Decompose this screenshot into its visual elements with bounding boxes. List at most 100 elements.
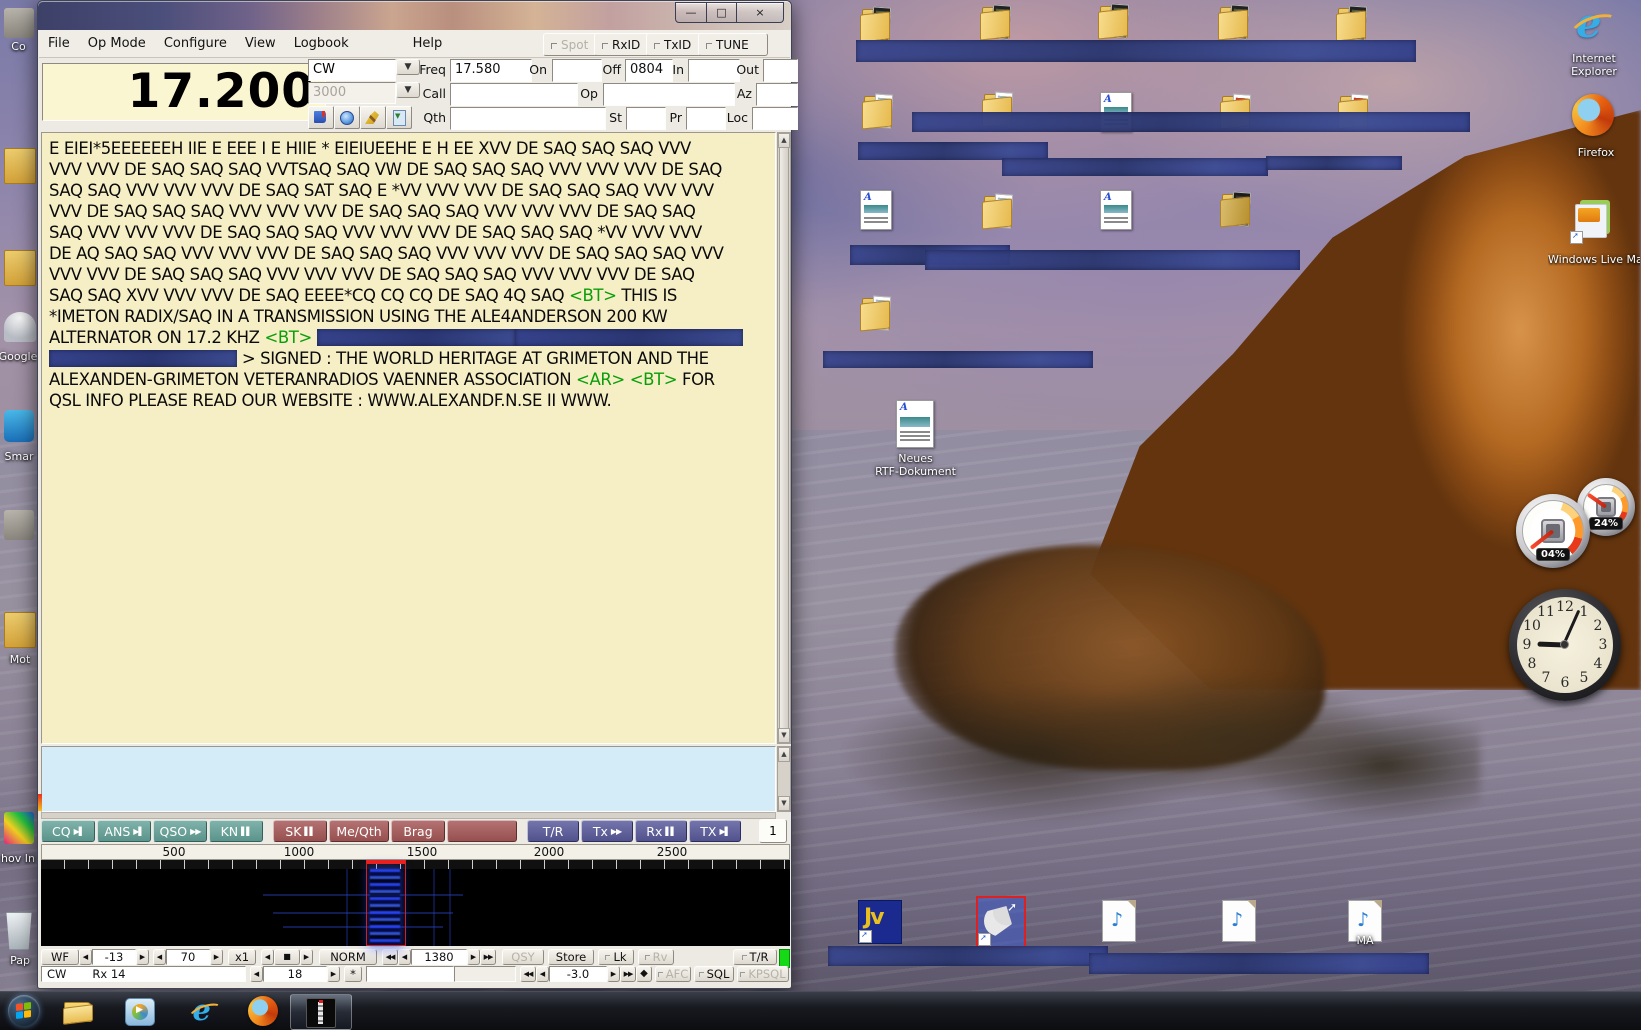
wf-speed-button[interactable]: NORM xyxy=(319,949,377,965)
desktop-folder[interactable] xyxy=(858,292,902,334)
lock-button[interactable]: Lk xyxy=(598,949,634,965)
freq-field[interactable]: 17.580 xyxy=(450,59,532,82)
menu-logbook[interactable]: Logbook xyxy=(285,32,358,55)
menu-view[interactable]: View xyxy=(236,32,285,55)
sql-button[interactable]: SQL xyxy=(694,966,734,982)
taskbar-ie-button[interactable]: e xyxy=(186,996,218,1026)
macro-txlast-button[interactable]: TX▶▌ xyxy=(689,820,741,842)
az-field[interactable] xyxy=(756,83,798,106)
freq-down-fast-icon[interactable]: ◀◀ xyxy=(382,949,398,965)
desktop-icon-audio-file[interactable] xyxy=(1222,900,1256,942)
desktop-folder[interactable] xyxy=(1218,188,1262,230)
reverse-button[interactable]: Rv xyxy=(638,949,674,965)
tx-scrollbar[interactable]: ▲ ▼ xyxy=(777,746,791,812)
macro-empty-button[interactable] xyxy=(447,820,517,842)
desktop-icon-jv[interactable]: Jv xyxy=(858,900,902,944)
squelch-up-fast-icon[interactable]: ▶▶ xyxy=(620,966,636,982)
tr-button[interactable]: T/R xyxy=(733,949,777,965)
desktop-folder[interactable] xyxy=(860,90,904,132)
rx-scrollbar[interactable]: ▲ ▼ xyxy=(777,132,791,744)
call-field[interactable] xyxy=(450,83,578,106)
desktop-folder[interactable] xyxy=(1334,2,1378,44)
desktop-folder[interactable] xyxy=(1096,0,1140,42)
default-wpm-button[interactable]: * xyxy=(344,966,362,982)
center-button[interactable]: ■ xyxy=(274,949,300,965)
scroll-down-icon[interactable]: ▼ xyxy=(778,796,790,811)
menu-file[interactable]: File xyxy=(39,32,79,55)
loc-field[interactable] xyxy=(752,107,798,130)
freq-up-icon[interactable]: ▶ xyxy=(467,949,480,965)
wf-range-field[interactable]: 70 xyxy=(166,949,210,965)
minimize-button[interactable]: — xyxy=(675,2,707,23)
desktop-icon-audio-file[interactable] xyxy=(1102,900,1136,942)
logbook-button[interactable] xyxy=(308,106,334,129)
bandwidth-select[interactable]: 3000 ▼ xyxy=(308,82,420,104)
macro-tx-button[interactable]: Tx▶▶ xyxy=(581,820,633,842)
desktop-folder[interactable] xyxy=(1216,1,1260,43)
squelch-level-field[interactable]: -3.0 xyxy=(549,966,607,982)
macro-tr-button[interactable]: T/R xyxy=(527,820,579,842)
squelch-down-fast-icon[interactable]: ◀◀ xyxy=(520,966,536,982)
clock-gadget[interactable]: 12 1 2 3 4 5 6 7 8 9 10 11 xyxy=(1509,589,1621,701)
afc-button[interactable]: AFC xyxy=(655,966,691,982)
macro-brag-button[interactable]: Brag xyxy=(391,820,445,842)
store-button[interactable]: Store xyxy=(548,949,594,965)
maximize-button[interactable]: □ xyxy=(707,2,737,23)
wf-level-field[interactable]: -13 xyxy=(92,949,136,965)
op-field[interactable] xyxy=(603,83,735,106)
macro-meqth-button[interactable]: Me/Qth xyxy=(329,820,389,842)
scroll-up-icon[interactable]: ▲ xyxy=(778,747,790,762)
taskbar-explorer-button[interactable] xyxy=(62,996,94,1026)
menu-configure[interactable]: Configure xyxy=(155,32,236,55)
lookup-button[interactable] xyxy=(334,106,360,129)
cw-wpm-field[interactable]: 18 xyxy=(263,966,327,982)
tx-horizontal-scrollbar[interactable] xyxy=(41,812,776,819)
tx-text-pane[interactable] xyxy=(41,746,776,812)
decrement-icon[interactable]: ◀ xyxy=(79,949,92,965)
kpsql-button[interactable]: KPSQL xyxy=(737,966,789,982)
decrement-icon[interactable]: ◀ xyxy=(250,966,263,982)
wf-mode-button[interactable]: WF xyxy=(41,949,79,965)
menu-help[interactable]: Help xyxy=(404,32,452,55)
macro-kn-button[interactable]: KN▌▌ xyxy=(209,820,263,842)
desktop-folder[interactable] xyxy=(858,3,902,45)
tune-indicator-icon[interactable]: ◆ xyxy=(636,966,652,982)
frequency-display[interactable]: 17.200 xyxy=(42,63,326,121)
taskbar-firefox-button[interactable] xyxy=(248,996,280,1026)
desktop-document[interactable] xyxy=(860,190,892,230)
increment-icon[interactable]: ▶ xyxy=(210,949,223,965)
rx-text-pane[interactable]: E EIEI*5EEEEEEH IIE E EEE I E HIIE * EIE… xyxy=(41,132,776,744)
squelch-up-icon[interactable]: ▶ xyxy=(607,966,620,982)
tune-button[interactable]: TUNE xyxy=(698,33,768,56)
macro-qso-button[interactable]: QSO▶▶ xyxy=(153,820,207,842)
macro-sk-button[interactable]: SK▌▌ xyxy=(273,820,327,842)
waterfall-cursor[interactable] xyxy=(366,860,406,946)
scroll-left-icon[interactable]: ◀ xyxy=(261,949,274,965)
out-field[interactable] xyxy=(763,59,798,82)
clear-button[interactable] xyxy=(360,106,386,129)
mode-select[interactable]: CW ▼ xyxy=(308,59,420,81)
desktop-icon-satellite[interactable]: ➚ xyxy=(976,896,1026,948)
cpu-meter-large-gadget[interactable]: 04% xyxy=(1516,494,1590,568)
macro-page-button[interactable]: 1 xyxy=(759,819,787,843)
macro-cq-button[interactable]: CQ▶▌ xyxy=(41,820,95,842)
increment-icon[interactable]: ▶ xyxy=(327,966,340,982)
zoom-button[interactable]: x1 xyxy=(228,949,256,965)
macro-rx-button[interactable]: Rx▌▌ xyxy=(635,820,687,842)
desktop-folder[interactable] xyxy=(980,190,1024,232)
scroll-up-icon[interactable]: ▲ xyxy=(778,133,790,148)
start-button[interactable] xyxy=(8,995,40,1027)
menu-opmode[interactable]: Op Mode xyxy=(79,32,155,55)
squelch-down-icon[interactable]: ◀ xyxy=(536,966,549,982)
taskbar-mediaplayer-button[interactable] xyxy=(124,996,156,1026)
waterfall-display[interactable] xyxy=(41,869,790,946)
increment-icon[interactable]: ▶ xyxy=(136,949,149,965)
scroll-down-icon[interactable]: ▼ xyxy=(778,728,790,743)
save-log-button[interactable] xyxy=(386,106,412,129)
decrement-icon[interactable]: ◀ xyxy=(153,949,166,965)
qsy-button[interactable]: QSY xyxy=(502,949,544,965)
desktop-folder[interactable] xyxy=(978,1,1022,43)
qth-field[interactable] xyxy=(450,107,606,130)
desktop-document[interactable] xyxy=(1100,190,1132,230)
close-button[interactable]: × xyxy=(737,2,784,23)
